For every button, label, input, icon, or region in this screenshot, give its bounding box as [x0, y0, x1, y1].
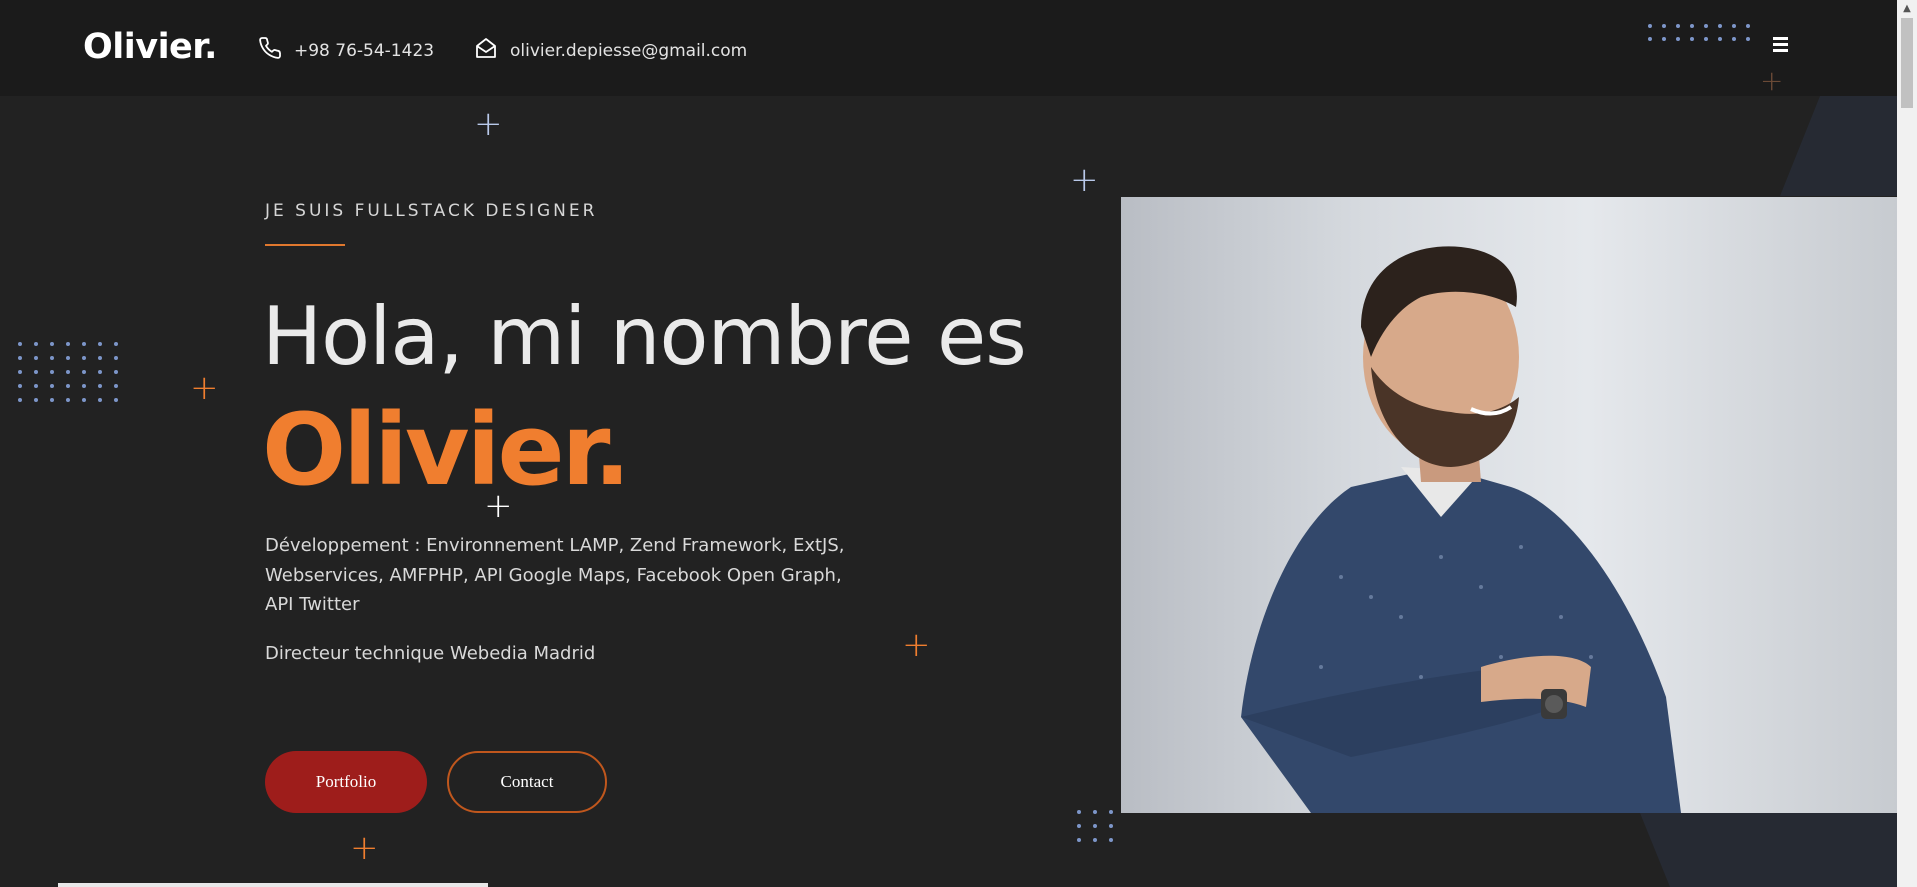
decorative-plus-icon: +: [902, 625, 931, 665]
decorative-plus-icon: +: [190, 368, 219, 408]
header-dot-pattern: [1648, 24, 1750, 41]
bottom-dot-pattern: [1077, 810, 1113, 842]
email-contact[interactable]: olivier.depiesse@gmail.com: [474, 36, 747, 65]
hero-greeting: Hola, mi nombre es: [262, 290, 1027, 383]
tagline-underline: [265, 244, 345, 246]
decorative-plus-icon: +: [1070, 160, 1099, 200]
hero-role: Directeur technique Webedia Madrid: [265, 643, 596, 664]
email-address: olivier.depiesse@gmail.com: [510, 40, 748, 61]
decorative-plus-icon: +: [1760, 64, 1784, 97]
portfolio-button[interactable]: Portfolio: [265, 751, 427, 813]
hero-description: Développement : Environnement LAMP, Zend…: [265, 535, 845, 615]
bottom-progress-strip: [58, 883, 488, 887]
scroll-up-arrow-icon[interactable]: ▲: [1901, 4, 1913, 14]
site-logo[interactable]: Olivier.: [83, 27, 217, 67]
hero-name: Olivier.: [262, 393, 631, 508]
decorative-plus-icon: +: [350, 828, 379, 868]
contact-button[interactable]: Contact: [447, 751, 607, 813]
page-scrollbar[interactable]: ▲: [1897, 0, 1917, 887]
hero-tagline: JE SUIS FULLSTACK DESIGNER: [265, 201, 598, 221]
portrait-photo: [1121, 197, 1898, 813]
left-dot-pattern: [18, 342, 118, 402]
decorative-slant-bottom: [1640, 813, 1898, 887]
envelope-open-icon: [474, 36, 498, 65]
phone-contact[interactable]: +98 76-54-1423: [258, 36, 434, 65]
top-navbar: Olivier. +98 76-54-1423 olivier.depiesse…: [0, 0, 1897, 96]
decorative-slant-shape: [1780, 96, 1898, 196]
scrollbar-thumb[interactable]: [1901, 18, 1913, 108]
phone-icon: [258, 36, 282, 65]
decorative-plus-icon: +: [474, 104, 503, 144]
hamburger-menu-icon[interactable]: [1773, 37, 1793, 57]
phone-number: +98 76-54-1423: [294, 40, 435, 61]
